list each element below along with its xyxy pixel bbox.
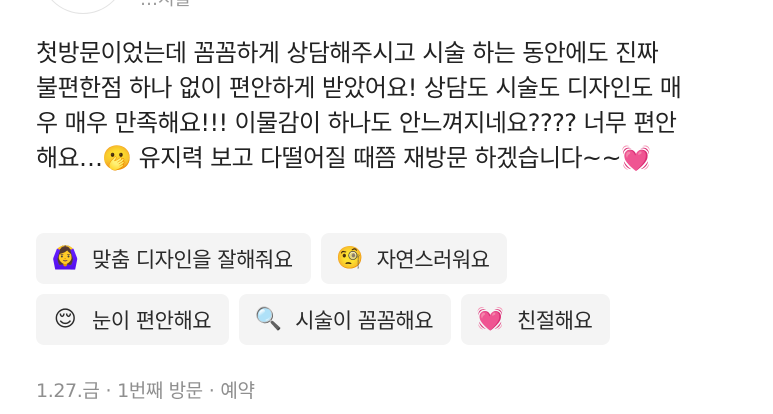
separator-dot: · (105, 380, 112, 402)
tag-natural[interactable]: 🧐 자연스러워요 (320, 233, 508, 284)
tag-row: 🙆‍♀️ 맞춤 디자인을 잘해줘요 🧐 자연스러워요 (36, 233, 736, 284)
relieved-face-icon: 😌 (53, 306, 77, 332)
reviewer-info-partial: …시술 (140, 0, 191, 11)
beating-heart-icon: 💓 (476, 306, 504, 332)
tag-thorough[interactable]: 🔍 시술이 꼼꼼해요 (239, 294, 452, 345)
woman-gesturing-ok-icon: 🙆‍♀️ (51, 245, 79, 271)
review-text: 첫방문이었는데 꼼꼼하게 상담해주시고 시술 하는 동안에도 진짜 불편한점 하… (36, 36, 748, 176)
tag-custom-design[interactable]: 🙆‍♀️ 맞춤 디자인을 잘해줘요 (36, 233, 311, 284)
tag-label: 친절해요 (517, 308, 593, 333)
separator-dot: · (208, 380, 215, 402)
review-line: 불편한점 하나 없이 편안하게 받았어요! 상담도 시술도 디자인도 매 (36, 74, 682, 102)
tag-row: 😌 눈이 편안해요 🔍 시술이 꼼꼼해요 💓 친절해요 (36, 294, 736, 345)
review-line: 해요…🫢 유지력 보고 다떨어질 때쯤 재방문 하겠습니다~~💓 (36, 144, 651, 172)
tag-comfortable-eyes[interactable]: 😌 눈이 편안해요 (36, 294, 230, 345)
visit-date: 1.27.금 (36, 380, 100, 402)
tag-kind[interactable]: 💓 친절해요 (461, 294, 611, 345)
tag-label: 눈이 편안해요 (92, 308, 212, 333)
review-meta: 1.27.금 · 1번째 방문 · 예약 (36, 376, 255, 403)
magnifying-glass-icon: 🔍 (254, 306, 282, 332)
avatar[interactable] (40, 0, 126, 14)
keyword-tags: 🙆‍♀️ 맞춤 디자인을 잘해줘요 🧐 자연스러워요 😌 눈이 편안해요 🔍 시… (36, 233, 736, 355)
tag-label: 시술이 꼼꼼해요 (295, 308, 434, 333)
visit-type: 예약 (220, 380, 255, 402)
review-line: 우 매우 만족해요!!! 이물감이 하나도 안느껴지네요???? 너무 편안 (36, 109, 677, 137)
tag-label: 자연스러워요 (376, 247, 490, 272)
reviewer-header: …시술 (0, 0, 773, 16)
tag-label: 맞춤 디자인을 잘해줘요 (92, 247, 293, 272)
face-with-monocle-icon: 🧐 (336, 245, 364, 271)
visit-count: 1번째 방문 (117, 380, 203, 402)
review-line: 첫방문이었는데 꼼꼼하게 상담해주시고 시술 하는 동안에도 진짜 (36, 39, 659, 67)
